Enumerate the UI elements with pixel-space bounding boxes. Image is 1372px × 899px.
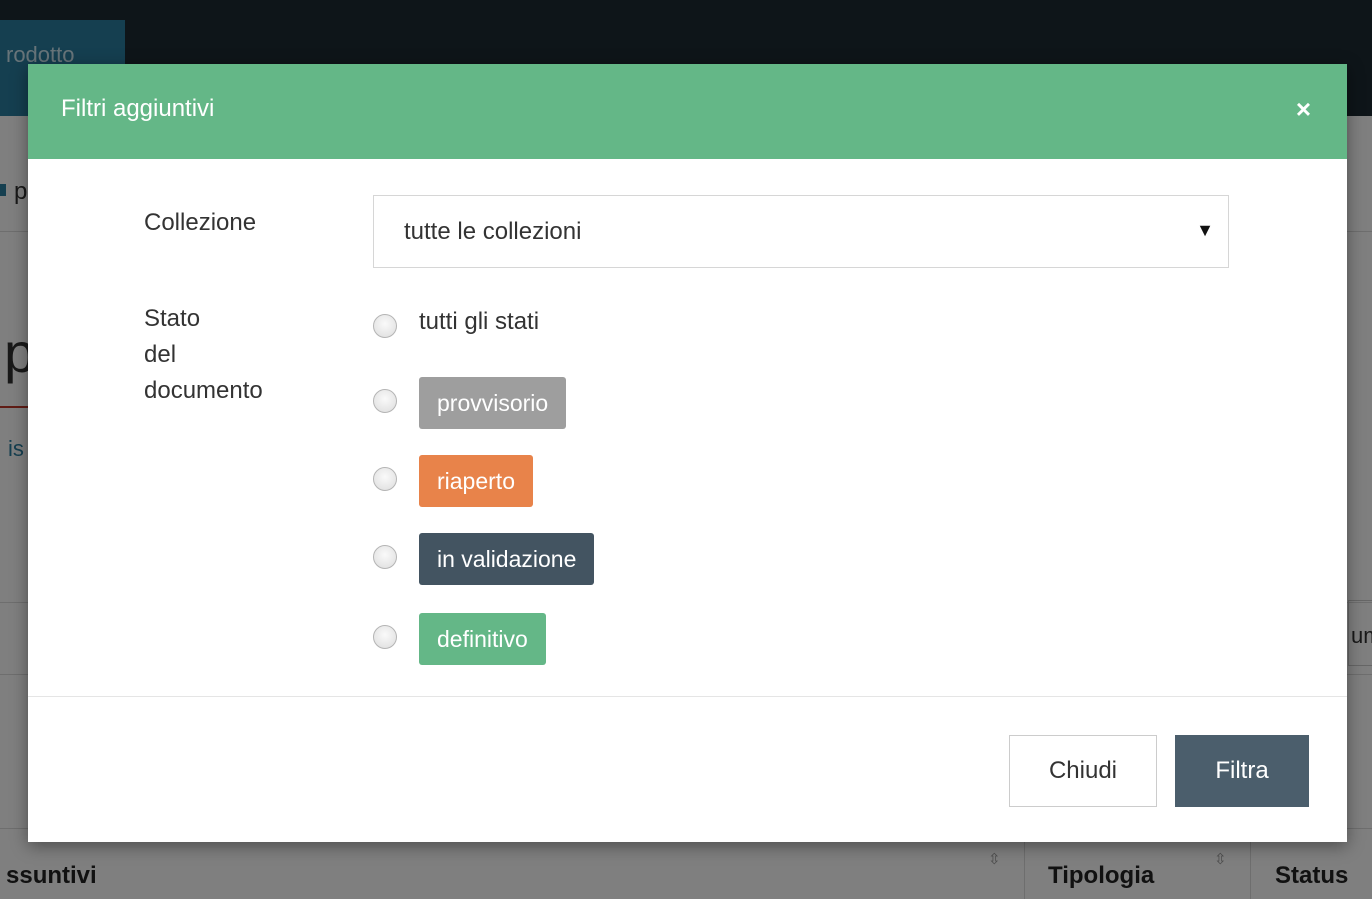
- stato-label-line: del: [144, 341, 177, 368]
- close-icon[interactable]: ×: [1296, 96, 1311, 122]
- status-badge-riaperto[interactable]: riaperto: [419, 455, 533, 507]
- status-badge-in-validazione[interactable]: in validazione: [419, 533, 595, 585]
- radio-button[interactable]: [373, 389, 397, 413]
- collezione-selected-value: tutte le collezioni: [404, 218, 582, 245]
- radio-button[interactable]: [373, 314, 397, 338]
- radio-button[interactable]: [373, 467, 397, 491]
- stato-label-line: documento: [144, 377, 263, 404]
- status-badge-provvisorio[interactable]: provvisorio: [419, 377, 567, 429]
- modal-header: Filtri aggiuntivi ×: [28, 64, 1347, 159]
- status-badge-definitivo[interactable]: definitivo: [419, 613, 546, 665]
- modal-footer: Chiudi Filtra: [28, 697, 1347, 842]
- collezione-select[interactable]: tutte le collezioni ▼: [373, 195, 1229, 268]
- stato-label-line: Stato: [144, 305, 201, 332]
- filter-button[interactable]: Filtra: [1175, 735, 1309, 807]
- radio-button[interactable]: [373, 545, 397, 569]
- close-button[interactable]: Chiudi: [1009, 735, 1157, 807]
- modal-body: Collezione tutte le collezioni ▼ Stato d…: [28, 159, 1347, 697]
- radio-button[interactable]: [373, 625, 397, 649]
- filters-modal: Filtri aggiuntivi × Collezione tutte le …: [28, 64, 1347, 842]
- chevron-down-icon: ▼: [1196, 220, 1214, 240]
- radio-label[interactable]: tutti gli stati: [419, 308, 539, 336]
- modal-title: Filtri aggiuntivi: [61, 95, 215, 122]
- collezione-label: Collezione: [144, 209, 257, 236]
